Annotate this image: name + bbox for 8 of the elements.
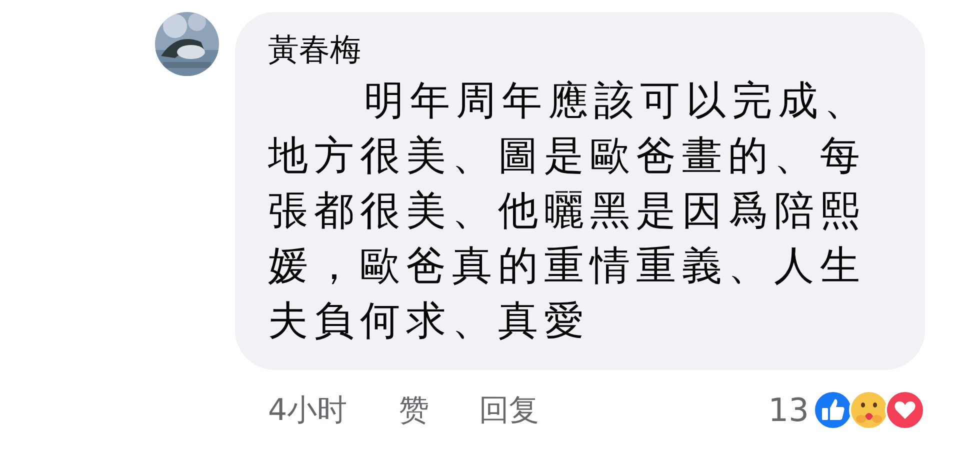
- reply-link[interactable]: 回复: [479, 388, 540, 432]
- timestamp: 4小时: [268, 392, 348, 430]
- like-link[interactable]: 赞: [399, 388, 430, 432]
- comment-text: 明年周年應該可以完成、地方很美、圖是歐爸畫的、每張都很美、他曬黑是因爲陪熙媛，歐爸真的重情重義、人生夫負何求、真愛: [268, 77, 871, 346]
- thumbs-up-icon: [813, 390, 853, 430]
- author-name[interactable]: 黃春梅: [268, 28, 925, 72]
- reaction-count: 13: [768, 390, 809, 431]
- hugging-face-icon: [849, 390, 889, 430]
